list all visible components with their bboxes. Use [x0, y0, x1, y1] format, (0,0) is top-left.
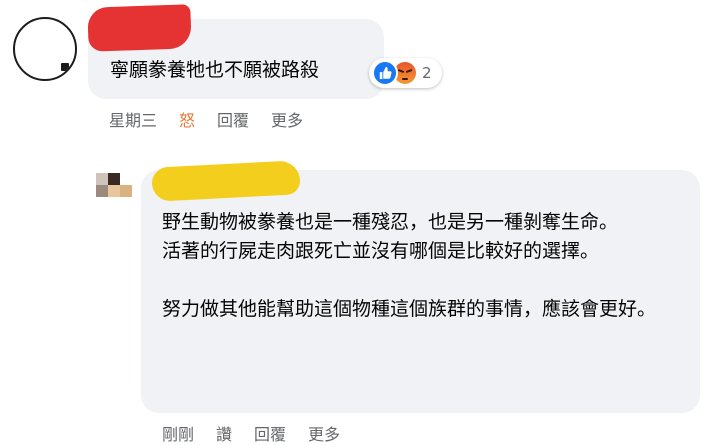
avatar[interactable] — [13, 17, 77, 81]
avatar-badge — [61, 63, 69, 71]
reply-paragraph: 活著的行屍走肉跟死亡並沒有哪個是比較好的選擇。 — [162, 240, 600, 262]
avatar[interactable] — [96, 173, 132, 209]
like-icon — [372, 60, 398, 86]
reply-paragraph: 野生動物被豢養也是一種殘忍，也是另一種剝奪生命。 — [162, 211, 619, 233]
comment-thread: 寧願豢養牠也不願被路殺 2 星期三 怒 回覆 更多 野生動物被豢養也是一種殘忍，… — [0, 0, 720, 444]
reply-button[interactable]: 回覆 — [217, 107, 249, 131]
reply-text: 野生動物被豢養也是一種殘忍，也是另一種剝奪生命。 活著的行屍走肉跟死亡並沒有哪個… — [162, 208, 677, 324]
reaction-count: 2 — [422, 64, 432, 82]
reply-paragraph: 努力做其他能幫助這個物種這個族群的事情，應該會更好。 — [162, 298, 657, 320]
more-button[interactable]: 更多 — [271, 107, 303, 131]
more-button[interactable]: 更多 — [308, 421, 340, 445]
reply-button[interactable]: 回覆 — [254, 421, 286, 445]
like-button[interactable]: 讚 — [216, 421, 232, 445]
redacted-name — [87, 4, 192, 52]
angry-reaction-button[interactable]: 怒 — [179, 107, 195, 131]
reaction-summary[interactable]: 2 — [369, 58, 442, 88]
comment-text: 寧願豢養牠也不願被路殺 — [110, 59, 320, 81]
reply-actions: 剛剛 讚 回覆 更多 — [162, 421, 362, 445]
timestamp-link[interactable]: 星期三 — [109, 107, 157, 131]
comment-actions: 星期三 怒 回覆 更多 — [109, 107, 325, 131]
timestamp-link[interactable]: 剛剛 — [162, 421, 194, 445]
